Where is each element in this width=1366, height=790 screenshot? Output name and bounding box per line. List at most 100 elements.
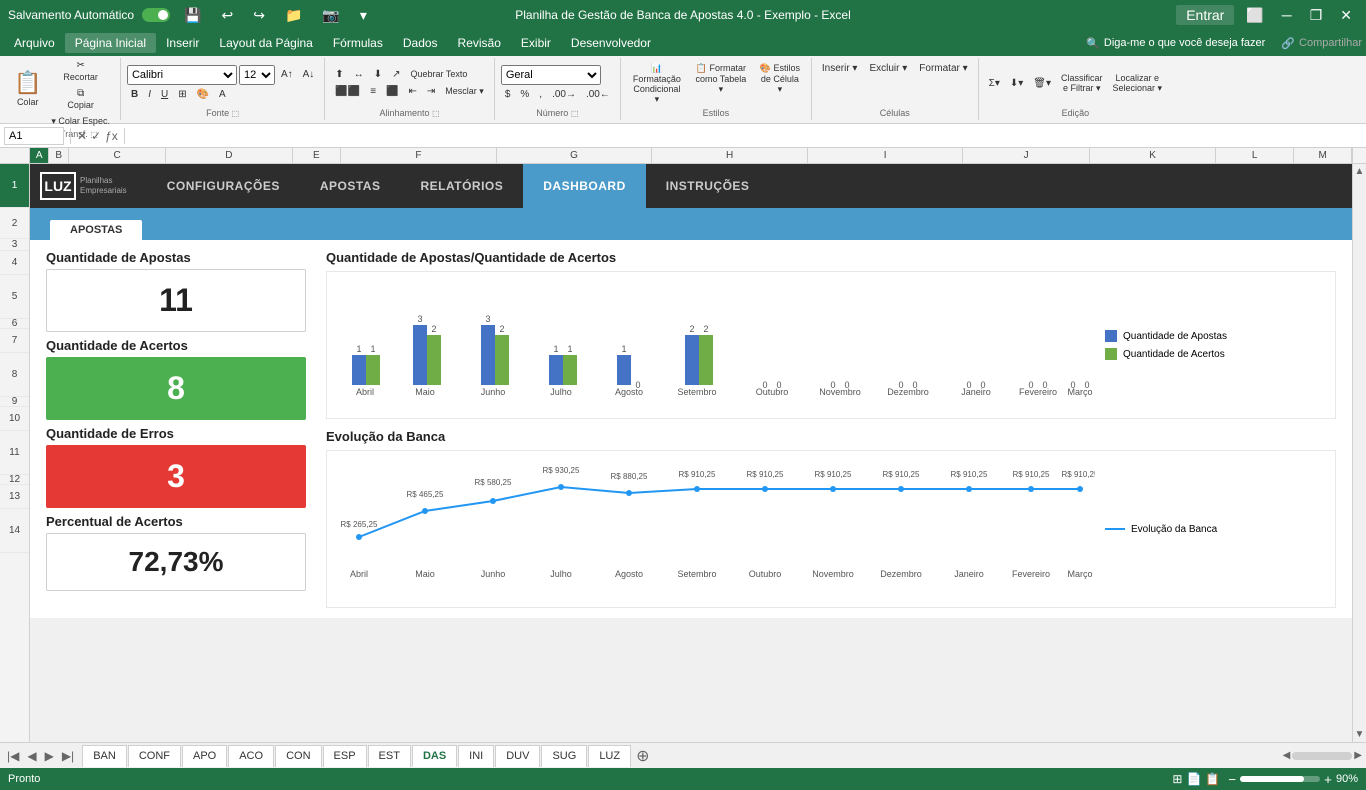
align-middle-button[interactable]: ↔: [350, 67, 368, 82]
minimize-button[interactable]: ─: [1276, 5, 1298, 25]
sub-nav-apostas[interactable]: APOSTAS: [50, 220, 142, 240]
nav-instrucoes[interactable]: INSTRUÇÕES: [646, 164, 770, 208]
share-button[interactable]: 🔗 Compartilhar: [1281, 37, 1362, 50]
bold-button[interactable]: B: [127, 87, 142, 102]
sort-filter-button[interactable]: Classificare Filtrar ▾: [1057, 71, 1107, 96]
autosave-toggle[interactable]: [142, 8, 170, 22]
scroll-right-arrow[interactable]: ▶: [1354, 750, 1362, 761]
tab-luz[interactable]: LUZ: [588, 745, 631, 767]
decimal-decrease-button[interactable]: .00←: [582, 87, 614, 102]
paste-button[interactable]: 📋 Colar: [10, 68, 45, 120]
camera-button[interactable]: 📷: [316, 5, 345, 26]
horizontal-scroll-track[interactable]: [1292, 752, 1352, 760]
format-table-button[interactable]: 📋 Formatar como Tabela ▾: [691, 61, 751, 105]
col-scrollbar[interactable]: [1352, 148, 1366, 163]
insert-cells-button[interactable]: Inserir ▾: [818, 61, 862, 105]
horizontal-scrollbar[interactable]: ◀ ▶: [1283, 750, 1362, 761]
login-button[interactable]: Entrar: [1176, 5, 1234, 25]
cancel-icon[interactable]: ✕: [77, 129, 87, 143]
font-family-select[interactable]: Calibri: [127, 65, 237, 85]
tab-esp[interactable]: ESP: [323, 745, 367, 767]
align-right-button[interactable]: ⬛: [382, 84, 402, 99]
align-left-button[interactable]: ⬛⬛: [331, 84, 364, 99]
delete-cells-button[interactable]: Excluir ▾: [865, 61, 911, 105]
font-grow-button[interactable]: A↑: [277, 67, 297, 82]
menu-inserir[interactable]: Inserir: [156, 33, 209, 53]
vertical-scrollbar[interactable]: ▲ ▼: [1352, 164, 1366, 742]
tab-ban[interactable]: BAN: [82, 745, 127, 767]
nav-relatorios[interactable]: RELATÓRIOS: [400, 164, 523, 208]
tab-duv[interactable]: DUV: [495, 745, 540, 767]
increase-indent-button[interactable]: ⇥: [423, 84, 439, 99]
menu-layout[interactable]: Layout da Página: [209, 33, 322, 53]
menu-formulas[interactable]: Fórmulas: [323, 33, 393, 53]
clear-button[interactable]: 🗑▾: [1029, 76, 1055, 91]
maximize-button[interactable]: ❐: [1304, 5, 1329, 26]
tab-prev-button[interactable]: ◀: [24, 749, 39, 763]
italic-button[interactable]: I: [144, 87, 155, 102]
tab-apo[interactable]: APO: [182, 745, 227, 767]
insert-function-icon[interactable]: ƒx: [105, 129, 118, 143]
local-save-button[interactable]: 📁: [279, 5, 308, 26]
tab-ini[interactable]: INI: [458, 745, 494, 767]
zoom-in-button[interactable]: +: [1324, 772, 1332, 787]
scroll-up-arrow[interactable]: ▲: [1353, 164, 1366, 179]
tab-last-button[interactable]: ▶|: [59, 749, 77, 763]
tab-das[interactable]: DAS: [412, 745, 457, 767]
ribbon-options-button[interactable]: ⬜: [1240, 5, 1269, 26]
add-sheet-button[interactable]: ⊕: [632, 746, 653, 766]
copy-button[interactable]: ⧉Copiar: [47, 86, 114, 112]
page-layout-button[interactable]: 📄: [1186, 772, 1201, 786]
customize-button[interactable]: ▾: [354, 5, 373, 26]
find-select-button[interactable]: Localizar eSelecionar ▾: [1108, 71, 1166, 96]
decimal-increase-button[interactable]: .00→: [548, 87, 580, 102]
confirm-icon[interactable]: ✓: [91, 129, 101, 143]
zoom-out-button[interactable]: −: [1228, 772, 1236, 787]
font-size-select[interactable]: 12: [239, 65, 275, 85]
fill-button[interactable]: ⬇▾: [1006, 76, 1027, 91]
cell-styles-button[interactable]: 🎨 Estilos de Célula ▾: [755, 61, 805, 105]
nav-apostas[interactable]: APOSTAS: [300, 164, 401, 208]
text-angle-button[interactable]: ↗: [388, 67, 404, 82]
formula-input[interactable]: [131, 130, 1362, 142]
tab-next-button[interactable]: ▶: [42, 749, 57, 763]
zoom-slider[interactable]: [1240, 776, 1320, 782]
autosum-button[interactable]: Σ▾: [985, 76, 1004, 91]
nav-dashboard[interactable]: DASHBOARD: [523, 164, 646, 208]
page-break-button[interactable]: 📋: [1205, 772, 1220, 786]
menu-revisao[interactable]: Revisão: [448, 33, 511, 53]
undo-button[interactable]: ↩: [216, 5, 240, 26]
tab-est[interactable]: EST: [368, 745, 411, 767]
scroll-down-arrow[interactable]: ▼: [1353, 727, 1366, 742]
underline-button[interactable]: U: [157, 87, 172, 102]
decrease-indent-button[interactable]: ⇤: [405, 84, 421, 99]
redo-button[interactable]: ↪: [247, 5, 271, 26]
font-color-button[interactable]: A: [215, 87, 230, 102]
border-button[interactable]: ⊞: [174, 87, 190, 102]
align-top-button[interactable]: ⬆: [331, 67, 347, 82]
menu-desenvolvedor[interactable]: Desenvolvedor: [561, 33, 661, 53]
merge-button[interactable]: Mesclar ▾: [441, 84, 488, 99]
tab-sug[interactable]: SUG: [541, 745, 587, 767]
search-box[interactable]: 🔍 Diga-me o que você deseja fazer: [1086, 37, 1265, 50]
align-center-button[interactable]: ≡: [366, 84, 380, 99]
cell-reference-input[interactable]: [4, 127, 64, 145]
tab-conf[interactable]: CONF: [128, 745, 181, 767]
menu-pagina-inicial[interactable]: Página Inicial: [65, 33, 156, 53]
conditional-format-button[interactable]: 📊 Formatação Condicional ▾: [627, 61, 687, 105]
scroll-left-arrow[interactable]: ◀: [1283, 750, 1291, 761]
font-shrink-button[interactable]: A↓: [299, 67, 319, 82]
cut-button[interactable]: ✂Recortar: [47, 58, 114, 84]
menu-arquivo[interactable]: Arquivo: [4, 33, 65, 53]
tab-first-button[interactable]: |◀: [4, 749, 22, 763]
fill-color-button[interactable]: 🎨: [193, 87, 213, 102]
align-bottom-button[interactable]: ⬇: [370, 67, 386, 82]
percent-button[interactable]: %: [516, 87, 533, 102]
save-button[interactable]: 💾: [178, 5, 207, 26]
close-button[interactable]: ✕: [1334, 5, 1358, 26]
wrap-text-button[interactable]: Quebrar Texto: [406, 67, 471, 82]
tab-con[interactable]: CON: [275, 745, 321, 767]
tab-aco[interactable]: ACO: [228, 745, 274, 767]
menu-exibir[interactable]: Exibir: [511, 33, 561, 53]
currency-button[interactable]: $: [501, 87, 515, 102]
